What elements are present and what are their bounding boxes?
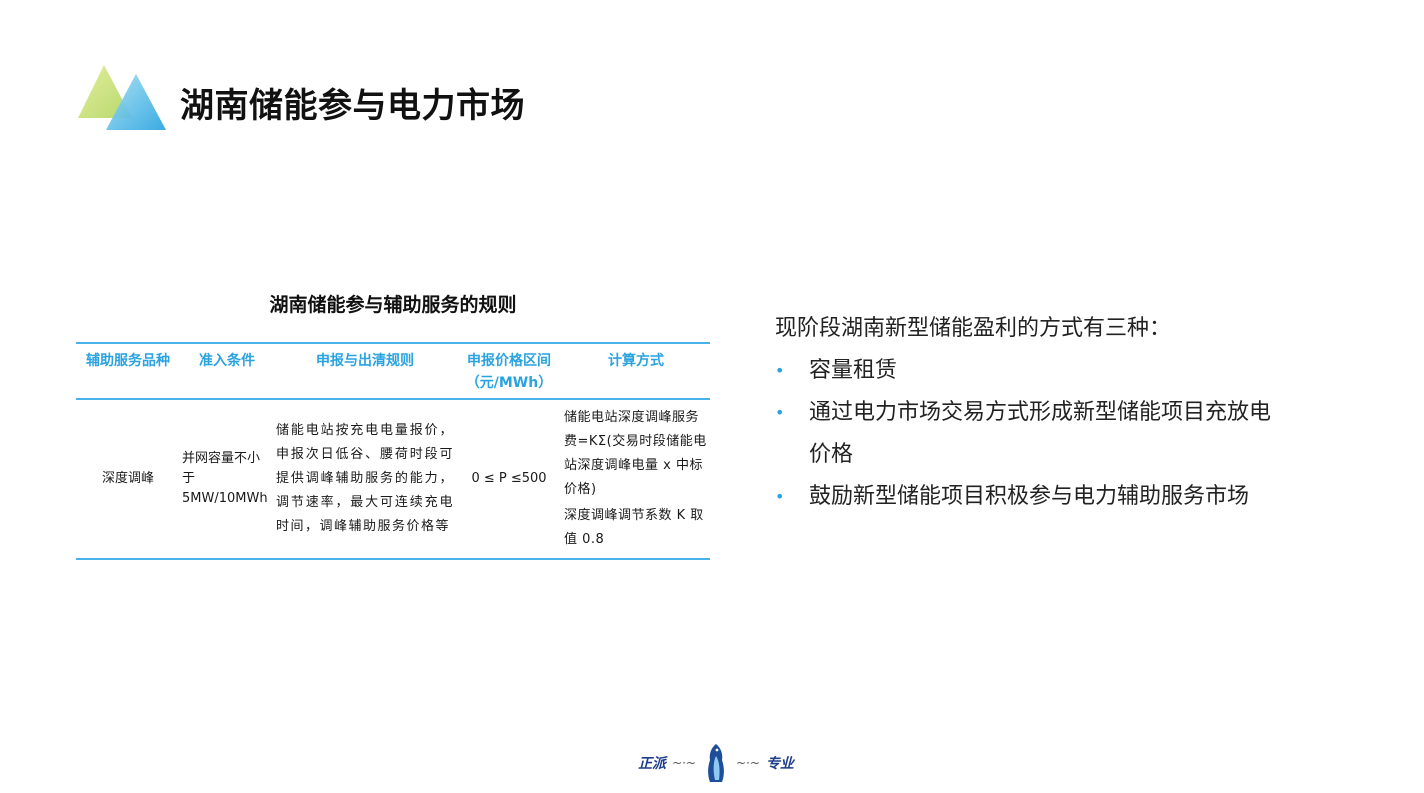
bullet-dot-icon: • [775,403,785,422]
footer-right-text: 专业 [765,756,794,772]
bullet-text: 容量租赁 [809,358,898,383]
table-header-row: 辅助服务品种 准入条件 申报与出清规则 申报价格区间 （元/MWh） 计算方式 [76,342,710,400]
cell-price-range: 0 ≤ P ≤500 [456,399,562,560]
cell-condition: 并网容量不小于5MW/10MWh [180,399,274,560]
footer-brand: 正派 ~·~ ~·~ 专业 [636,738,796,788]
profit-intro: 现阶段湖南新型储能盈利的方式有三种： [775,316,1172,341]
header-service-type: 辅助服务品种 [76,342,180,400]
page-title: 湖南储能参与电力市场 [180,86,525,126]
bullet-dot-icon: • [775,361,785,380]
wave-icon: ~·~ [736,756,760,770]
list-item: • 容量租赁 [775,350,1275,392]
footer-left-text: 正派 [638,756,667,772]
calc-formula: 储能电站深度调峰服务费=KΣ(交易时段储能电站深度调峰电量 x 中标价格) [564,410,707,497]
bullet-text: 鼓励新型储能项目积极参与电力辅助服务市场 [809,484,1250,509]
header-calc: 计算方式 [562,342,710,400]
list-item: • 鼓励新型储能项目积极参与电力辅助服务市场 [775,476,1275,518]
list-item: • 通过电力市场交易方式形成新型储能项目充放电价格 [775,392,1275,476]
rules-table: 辅助服务品种 准入条件 申报与出清规则 申报价格区间 （元/MWh） 计算方式 … [76,342,710,560]
header-condition: 准入条件 [180,342,274,400]
bullet-dot-icon: • [775,487,785,506]
penguin-icon [708,744,724,782]
wave-icon: ~·~ [672,756,696,770]
profit-bullet-list: • 容量租赁 • 通过电力市场交易方式形成新型储能项目充放电价格 • 鼓励新型储… [775,350,1275,518]
table-caption: 湖南储能参与辅助服务的规则 [269,294,517,316]
triangle-logo-icon [78,65,166,130]
header-price-range-line1: 申报价格区间 [467,353,551,369]
calc-coefficient: 深度调峰调节系数 K 取值 0.8 [564,508,704,547]
cell-rules: 储能电站按充电电量报价，申报次日低谷、腰荷时段可提供调峰辅助服务的能力，调节速率… [274,399,456,560]
bullet-text: 通过电力市场交易方式形成新型储能项目充放电价格 [809,400,1272,467]
cell-calc: 储能电站深度调峰服务费=KΣ(交易时段储能电站深度调峰电量 x 中标价格) 深度… [562,399,710,560]
cell-service-type: 深度调峰 [76,399,180,560]
table-row: 深度调峰 并网容量不小于5MW/10MWh 储能电站按充电电量报价，申报次日低谷… [76,399,710,560]
header-price-range-line2: （元/MWh） [465,375,553,391]
header-rules: 申报与出清规则 [274,342,456,400]
logo-triangles [76,62,168,132]
header-price-range: 申报价格区间 （元/MWh） [456,342,562,400]
